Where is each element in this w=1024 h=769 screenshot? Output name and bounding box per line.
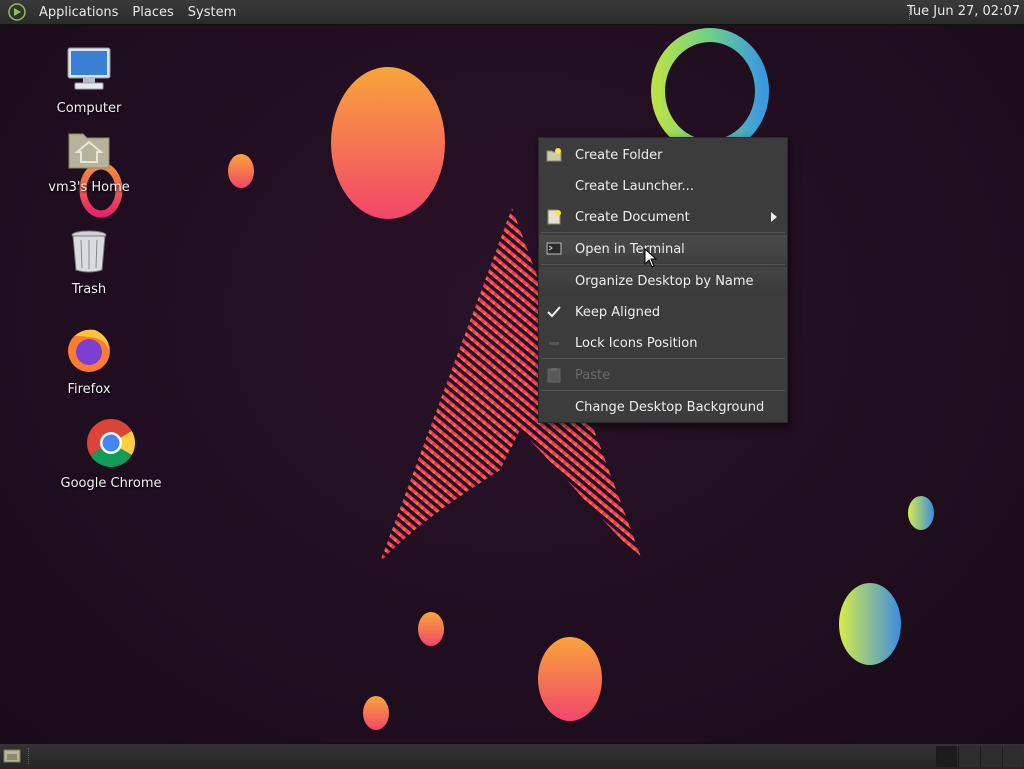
lock-icon	[549, 342, 559, 345]
workspace-3[interactable]	[980, 746, 1001, 767]
document-new-icon	[547, 209, 561, 225]
workspace-4[interactable]	[1002, 746, 1023, 767]
submenu-arrow-icon	[771, 212, 777, 222]
menu-item-label: Create Launcher...	[575, 179, 694, 194]
wallpaper-art	[79, 28, 934, 730]
menu-item-keep-aligned[interactable]: Keep Aligned	[539, 298, 787, 326]
workspace-1[interactable]	[936, 746, 957, 767]
chrome-icon	[86, 419, 136, 468]
menu-item-change-background[interactable]: Change Desktop Background	[539, 393, 787, 421]
firefox-icon	[68, 329, 110, 372]
show-desktop-icon[interactable]	[3, 748, 21, 764]
menu-item-create-document[interactable]: Create Document	[539, 203, 787, 231]
terminal-icon	[546, 242, 562, 255]
menu-separator	[541, 358, 785, 359]
paste-icon	[547, 368, 561, 383]
desktop-icon-chrome[interactable]: Google Chrome	[60, 418, 162, 491]
panel-separator	[28, 748, 31, 764]
menu-item-label: Organize Desktop by Name	[575, 274, 754, 289]
desktop-icon-label: Firefox	[67, 382, 111, 397]
top-panel: Applications Places System Tue Jun 27, 0…	[0, 0, 1024, 25]
menu-separator	[541, 264, 785, 265]
menu-item-label: Paste	[575, 368, 611, 383]
menu-item-label: Create Folder	[575, 148, 663, 163]
check-icon	[547, 306, 561, 318]
desktop-icon-trash[interactable]: Trash	[52, 228, 126, 297]
menu-item-label: Change Desktop Background	[575, 400, 765, 415]
menu-separator	[541, 232, 785, 233]
menu-item-label: Open in Terminal	[575, 242, 685, 257]
menu-item-lock-icons[interactable]: Lock Icons Position	[539, 329, 787, 357]
desktop-icon-label: Google Chrome	[60, 476, 162, 491]
desktop-icon-firefox[interactable]: Firefox	[52, 326, 126, 397]
places-menu[interactable]: Places	[125, 5, 180, 20]
desktop-icon-label: vm3's Home	[48, 180, 130, 195]
desktop-background[interactable]	[0, 25, 1024, 743]
menu-item-label: Lock Icons Position	[575, 336, 698, 351]
clock[interactable]: Tue Jun 27, 02:07	[907, 4, 1020, 19]
menu-item-open-terminal[interactable]: Open in Terminal	[539, 235, 787, 263]
menu-separator	[541, 390, 785, 391]
folder-new-icon	[546, 148, 562, 162]
menu-item-paste[interactable]: Paste	[539, 361, 787, 389]
home-folder-icon	[68, 133, 110, 169]
distro-logo-icon[interactable]	[8, 3, 26, 21]
workspace-2[interactable]	[958, 746, 979, 767]
desktop-icon-label: Trash	[71, 282, 107, 297]
applications-menu[interactable]: Applications	[32, 5, 125, 20]
desktop-icon-computer[interactable]: Computer	[52, 45, 126, 116]
computer-icon	[67, 47, 111, 90]
mouse-cursor-icon	[644, 248, 658, 268]
menu-item-label: Create Document	[575, 210, 690, 225]
menu-item-create-launcher[interactable]: Create Launcher...	[539, 172, 787, 200]
menu-item-create-folder[interactable]: Create Folder	[539, 141, 787, 169]
menu-item-label: Keep Aligned	[575, 305, 661, 320]
bottom-panel	[0, 743, 1024, 769]
desktop-context-menu: Create Folder Create Launcher... Create …	[538, 137, 788, 423]
menu-item-organize-by-name[interactable]: Organize Desktop by Name	[539, 267, 787, 295]
system-menu[interactable]: System	[181, 5, 243, 20]
desktop-icon-label: Computer	[56, 101, 122, 116]
desktop-icon-home[interactable]: vm3's Home	[46, 128, 132, 195]
trash-icon	[71, 230, 107, 273]
